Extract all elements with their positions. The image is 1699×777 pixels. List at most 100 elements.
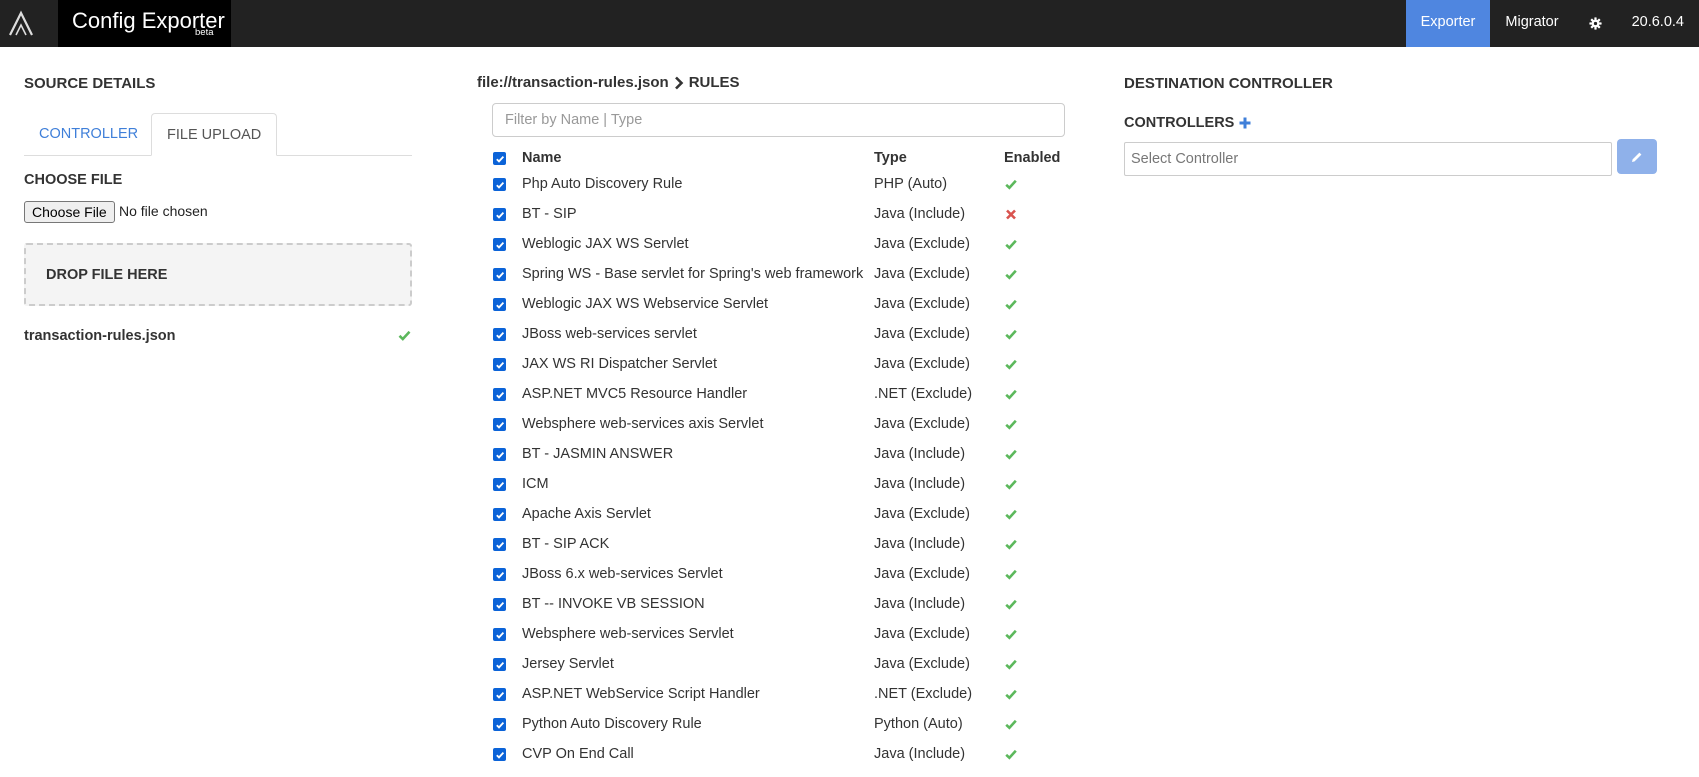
table-row: CVP On End Call Java (Include) — [490, 739, 1090, 769]
row-checkbox[interactable] — [493, 628, 506, 641]
check-icon — [1005, 569, 1017, 580]
drop-zone-label: DROP FILE HERE — [46, 267, 168, 283]
select-all-checkbox[interactable] — [493, 152, 506, 165]
rule-name: BT - SIP ACK — [522, 536, 610, 552]
table-row: ASP.NET WebService Script Handler .NET (E… — [490, 679, 1090, 709]
table-row: Websphere web-services axis Servlet Java … — [490, 409, 1090, 439]
brand-badge: beta — [195, 27, 214, 38]
header-name[interactable]: Name — [522, 147, 562, 169]
row-checkbox[interactable] — [493, 298, 506, 311]
brand[interactable]: Config Exporter beta — [58, 0, 231, 47]
row-checkbox[interactable] — [493, 538, 506, 551]
row-checkbox[interactable] — [493, 418, 506, 431]
check-icon — [1005, 269, 1017, 280]
rule-name: CVP On End Call — [522, 746, 634, 762]
table-row: Weblogic JAX WS Webservice Servlet Java (… — [490, 289, 1090, 319]
rule-type: Java (Include) — [874, 596, 966, 612]
row-checkbox[interactable] — [493, 688, 506, 701]
tab-controller[interactable]: CONTROLLER — [24, 113, 153, 155]
table-row: BT -- INVOKE VB SESSION Java (Include) — [490, 589, 1090, 619]
table-row: Weblogic JAX WS Servlet Java (Exclude) — [490, 229, 1090, 259]
row-checkbox[interactable] — [493, 328, 506, 341]
nav-item-exporter[interactable]: Exporter — [1405, 0, 1491, 47]
check-icon — [1005, 539, 1017, 550]
rule-type: Java (Exclude) — [874, 416, 970, 432]
rule-type: Java (Exclude) — [874, 266, 970, 282]
plus-icon[interactable] — [1239, 117, 1251, 129]
row-checkbox[interactable] — [493, 358, 506, 371]
rule-type: Java (Exclude) — [874, 506, 970, 522]
rule-name: Weblogic JAX WS Webservice Servlet — [522, 296, 769, 312]
row-checkbox[interactable] — [493, 178, 506, 191]
choose-file-button[interactable]: Choose File — [24, 201, 115, 223]
row-checkbox[interactable] — [493, 238, 506, 251]
source-tabs: CONTROLLER FILE UPLOAD — [24, 113, 412, 156]
check-icon — [1005, 659, 1017, 670]
check-icon — [1005, 509, 1017, 520]
rule-type: .NET (Exclude) — [874, 386, 973, 402]
rule-name: Weblogic JAX WS Servlet — [522, 236, 689, 252]
row-checkbox[interactable] — [493, 508, 506, 521]
row-checkbox[interactable] — [493, 598, 506, 611]
row-checkbox[interactable] — [493, 208, 506, 221]
table-row: Websphere web-services Servlet Java (Excl… — [490, 619, 1090, 649]
table-row: ASP.NET MVC5 Resource Handler .NET (Exclu… — [490, 379, 1090, 409]
settings-button[interactable] — [1574, 0, 1617, 47]
rule-name: ASP.NET MVC5 Resource Handler — [522, 386, 748, 402]
edit-controller-button[interactable] — [1617, 139, 1657, 174]
rule-name: Jersey Servlet — [522, 656, 614, 672]
tab-file-upload[interactable]: FILE UPLOAD — [151, 113, 278, 156]
row-checkbox[interactable] — [493, 268, 506, 281]
uploaded-file-name: transaction-rules.json — [24, 328, 176, 344]
rule-type: Java (Exclude) — [874, 236, 970, 252]
row-checkbox[interactable] — [493, 718, 506, 731]
check-icon — [1005, 389, 1017, 400]
check-icon — [1005, 329, 1017, 340]
rule-name: BT -- INVOKE VB SESSION — [522, 596, 705, 612]
rule-type: Java (Exclude) — [874, 566, 970, 582]
check-icon — [398, 330, 411, 341]
rule-type: PHP (Auto) — [874, 176, 948, 192]
table-row: Jersey Servlet Java (Exclude) — [490, 649, 1090, 679]
cross-icon — [1005, 209, 1017, 220]
pencil-icon — [1632, 152, 1642, 162]
destination-title: DESTINATION CONTROLLER — [1124, 75, 1333, 92]
row-checkbox[interactable] — [493, 448, 506, 461]
logo-icon — [9, 10, 33, 36]
row-checkbox[interactable] — [493, 658, 506, 671]
check-icon — [1005, 689, 1017, 700]
row-checkbox[interactable] — [493, 748, 506, 761]
rules-table: Name Type Enabled Php Auto Discovery Rul… — [490, 147, 1090, 769]
table-row: BT - SIP ACK Java (Include) — [490, 529, 1090, 559]
rule-name: JAX WS RI Dispatcher Servlet — [522, 356, 717, 372]
check-icon — [1005, 419, 1017, 430]
filter-input[interactable] — [492, 103, 1065, 137]
rule-name: ASP.NET WebService Script Handler — [522, 686, 760, 702]
rule-type: Python (Auto) — [874, 716, 963, 732]
check-icon — [1005, 179, 1017, 190]
table-row: ICM Java (Include) — [490, 469, 1090, 499]
choose-file-title: CHOOSE FILE — [24, 172, 123, 188]
header-enabled[interactable]: Enabled — [1004, 147, 1060, 169]
table-row: Php Auto Discovery Rule PHP (Auto) — [490, 169, 1090, 199]
rule-name: Apache Axis Servlet — [522, 506, 651, 522]
check-icon — [1005, 359, 1017, 370]
controllers-label-text: CONTROLLERS — [1124, 115, 1235, 131]
file-status: No file chosen — [119, 203, 208, 219]
row-checkbox[interactable] — [493, 568, 506, 581]
nav-item-migrator[interactable]: Migrator — [1490, 0, 1573, 47]
rule-name: JBoss 6.x web-services Servlet — [522, 566, 723, 582]
check-icon — [1005, 599, 1017, 610]
drop-zone[interactable]: DROP FILE HERE — [24, 243, 412, 306]
gear-icon — [1588, 17, 1602, 30]
chevron-right-icon — [674, 76, 684, 89]
controllers-label: CONTROLLERS — [1124, 115, 1251, 131]
top-navbar: Config Exporter beta Exporter Migrator 2… — [0, 0, 1699, 47]
check-icon — [1005, 749, 1017, 760]
row-checkbox[interactable] — [493, 478, 506, 491]
table-header: Name Type Enabled — [490, 147, 1090, 169]
header-type[interactable]: Type — [874, 147, 907, 169]
row-checkbox[interactable] — [493, 388, 506, 401]
controller-select[interactable]: Select Controller — [1124, 142, 1612, 176]
table-row: JAX WS RI Dispatcher Servlet Java (Exclud… — [490, 349, 1090, 379]
